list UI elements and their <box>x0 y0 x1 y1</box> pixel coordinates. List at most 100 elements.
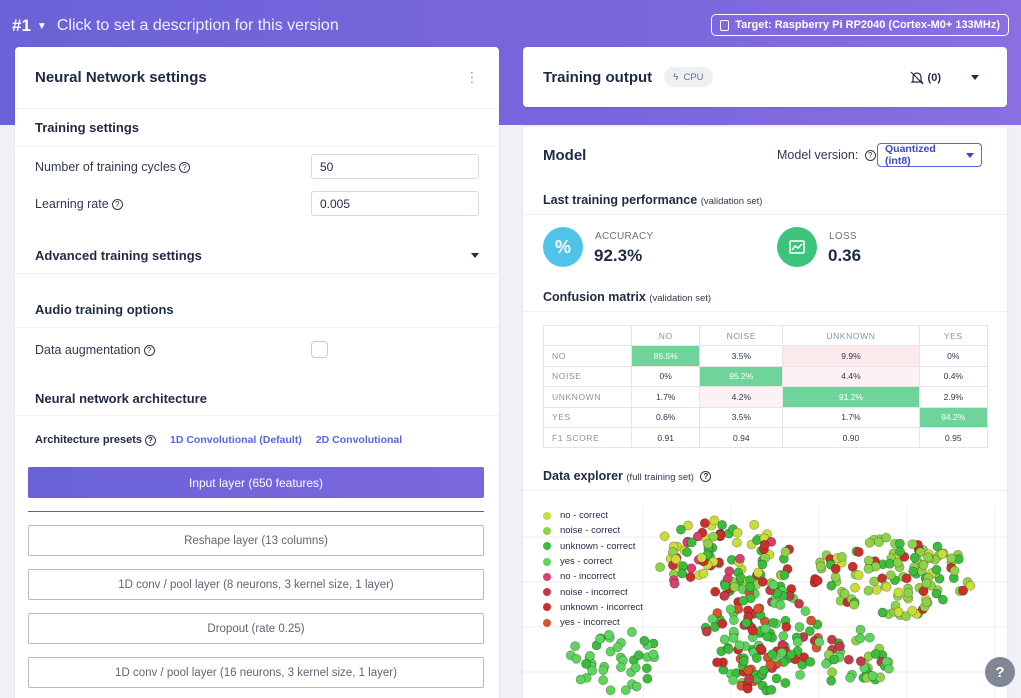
scatter-point[interactable] <box>863 564 874 574</box>
scatter-point[interactable] <box>893 587 904 598</box>
scatter-point[interactable] <box>677 568 688 579</box>
scatter-point[interactable] <box>805 656 816 667</box>
scatter-point[interactable] <box>767 649 778 660</box>
scatter-point[interactable] <box>767 617 778 628</box>
scatter-point[interactable] <box>686 537 697 548</box>
scatter-point[interactable] <box>699 518 710 528</box>
scatter-point[interactable] <box>757 576 768 587</box>
scatter-point[interactable] <box>717 618 728 629</box>
help-icon[interactable]: ? <box>179 161 191 173</box>
scatter-point[interactable] <box>855 624 866 635</box>
scatter-point[interactable] <box>949 565 960 576</box>
version-description[interactable]: Click to set a description for this vers… <box>57 17 339 35</box>
scatter-point[interactable] <box>686 563 697 574</box>
scatter-point[interactable] <box>732 527 743 538</box>
scatter-point[interactable] <box>870 649 881 659</box>
scatter-point[interactable] <box>710 586 721 597</box>
scatter-point[interactable] <box>958 585 968 596</box>
learning-rate-input[interactable]: 0.005 <box>311 191 479 216</box>
scatter-point[interactable] <box>903 587 914 598</box>
help-icon[interactable]: ? <box>145 434 156 446</box>
scatter-point[interactable] <box>669 578 680 589</box>
target-device-button[interactable]: Target: Raspberry Pi RP2040 (Cortex-M0+ … <box>711 14 1009 36</box>
scatter-point[interactable] <box>768 580 779 590</box>
help-icon[interactable]: ? <box>700 471 712 482</box>
notifications-button[interactable]: (0) <box>910 71 941 85</box>
more-options-icon[interactable]: ⋮ <box>465 69 479 86</box>
scatter-point[interactable] <box>843 654 854 665</box>
scatter-point[interactable] <box>682 547 692 558</box>
legend-item[interactable]: no - incorrect <box>543 569 643 584</box>
scatter-point[interactable] <box>729 582 740 592</box>
scatter-point[interactable] <box>648 649 659 660</box>
scatter-point[interactable] <box>847 561 858 572</box>
scatter-point[interactable] <box>829 654 839 665</box>
scatter-point[interactable] <box>595 633 605 644</box>
scatter-point[interactable] <box>853 547 864 557</box>
scatter-point[interactable] <box>749 519 760 530</box>
scatter-point[interactable] <box>719 591 730 601</box>
scatter-point[interactable] <box>778 631 789 641</box>
scatter-point[interactable] <box>724 566 735 577</box>
scatter-point[interactable] <box>780 678 791 688</box>
layer-reshape[interactable]: Reshape layer (13 columns) <box>28 525 484 556</box>
scatter-point[interactable] <box>855 656 866 667</box>
scatter-point[interactable] <box>598 675 608 686</box>
scatter-point[interactable] <box>575 674 586 685</box>
scatter-point[interactable] <box>738 656 749 666</box>
scatter-point[interactable] <box>766 684 777 695</box>
scatter-point[interactable] <box>921 597 932 607</box>
advanced-settings-toggle[interactable]: Advanced training settings <box>15 237 499 274</box>
scatter-point[interactable] <box>659 531 670 542</box>
scatter-point[interactable] <box>631 681 642 692</box>
scatter-point[interactable] <box>863 555 874 566</box>
scatter-point[interactable] <box>815 561 826 572</box>
scatter-point[interactable] <box>921 578 932 589</box>
scatter-point[interactable] <box>755 643 766 654</box>
scatter-point[interactable] <box>830 564 841 574</box>
layer-conv1d-16[interactable]: 1D conv / pool layer (16 neurons, 3 kern… <box>28 657 484 688</box>
scatter-point[interactable] <box>604 629 614 640</box>
scatter-point[interactable] <box>881 581 892 592</box>
scatter-point[interactable] <box>620 685 631 696</box>
scatter-point[interactable] <box>734 640 745 651</box>
legend-item[interactable]: noise - incorrect <box>543 584 643 599</box>
scatter-point[interactable] <box>794 598 804 609</box>
scatter-point[interactable] <box>931 588 942 599</box>
scatter-point[interactable] <box>863 585 874 596</box>
scatter-point[interactable] <box>837 552 847 562</box>
legend-item[interactable]: yes - correct <box>543 554 643 569</box>
scatter-point[interactable] <box>685 572 696 582</box>
help-icon[interactable]: ? <box>864 150 876 161</box>
scatter-point[interactable] <box>835 641 845 652</box>
scatter-point[interactable] <box>708 531 719 542</box>
help-icon[interactable]: ? <box>111 198 123 210</box>
scatter-point[interactable] <box>937 549 948 559</box>
version-caret-icon[interactable]: ▼ <box>37 21 47 32</box>
scatter-point[interactable] <box>655 562 665 572</box>
scatter-point[interactable] <box>845 672 855 683</box>
scatter-point[interactable] <box>821 658 831 669</box>
scatter-point[interactable] <box>698 568 709 579</box>
model-version-select[interactable]: Quantized (int8) <box>877 143 982 167</box>
layer-dropout[interactable]: Dropout (rate 0.25) <box>28 613 484 644</box>
help-button[interactable]: ? <box>985 657 1015 687</box>
scatter-point[interactable] <box>760 623 771 634</box>
scatter-point[interactable] <box>719 634 730 645</box>
cycles-input[interactable]: 50 <box>311 154 479 179</box>
scatter-point[interactable] <box>675 524 686 535</box>
scatter-point[interactable] <box>781 622 792 632</box>
scatter-point[interactable] <box>907 539 918 549</box>
scatter-point[interactable] <box>598 665 609 676</box>
scatter-point[interactable] <box>570 641 580 651</box>
scatter-point[interactable] <box>723 644 734 655</box>
scatter-point[interactable] <box>630 662 641 673</box>
augmentation-checkbox[interactable] <box>311 341 328 358</box>
scatter-point[interactable] <box>571 653 582 664</box>
help-icon[interactable]: ? <box>143 344 155 356</box>
scatter-point[interactable] <box>884 559 895 569</box>
scatter-point[interactable] <box>775 600 786 610</box>
scatter-point[interactable] <box>895 546 905 557</box>
scatter-point[interactable] <box>907 605 918 616</box>
scatter-point[interactable] <box>800 606 811 616</box>
